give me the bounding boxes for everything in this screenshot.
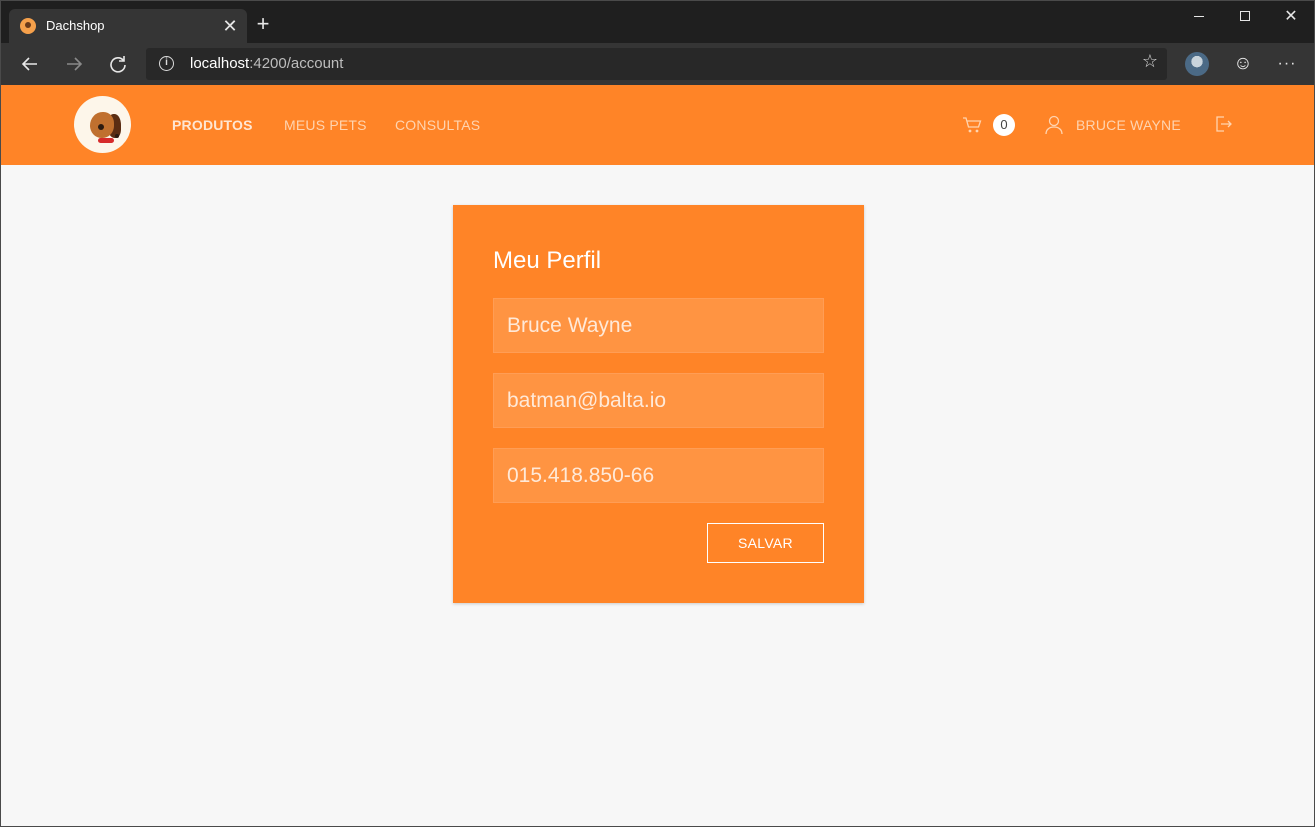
name-field[interactable]	[493, 298, 824, 353]
feedback-smiley-icon[interactable]: ☺	[1228, 49, 1258, 79]
url-path: :4200/account	[249, 55, 344, 72]
app-header: PRODUTOS MEUS PETS CONSULTAS 0 BRUCE WAY…	[1, 85, 1314, 165]
favorite-star-icon[interactable]: ☆	[1142, 51, 1158, 72]
browser-toolbar: i localhost:4200/account ☆ ☺ ···	[1, 43, 1314, 85]
cart-icon[interactable]	[962, 116, 982, 134]
reload-icon[interactable]	[103, 49, 133, 79]
url-host: localhost	[190, 55, 250, 72]
browser-titlebar: Dachshop ✕ + ✕	[1, 1, 1314, 43]
site-info-icon[interactable]: i	[159, 56, 174, 71]
nav-link-meus-pets[interactable]: MEUS PETS	[284, 117, 367, 133]
document-field[interactable]	[493, 448, 824, 503]
profile-title: Meu Perfil	[493, 247, 602, 274]
dachshund-logo-icon[interactable]	[74, 96, 131, 153]
email-field[interactable]	[493, 373, 824, 428]
forward-arrow-icon[interactable]	[59, 49, 89, 79]
new-tab-icon[interactable]: +	[251, 13, 275, 37]
url-text: localhost:4200/account	[190, 55, 343, 72]
tab-close-icon[interactable]: ✕	[219, 15, 241, 37]
maximize-icon	[1240, 11, 1250, 21]
logout-icon[interactable]	[1214, 115, 1232, 133]
nav-link-produtos[interactable]: PRODUTOS	[172, 117, 253, 133]
window-close-button[interactable]: ✕	[1268, 5, 1314, 29]
minimize-button[interactable]	[1176, 5, 1222, 29]
profile-card: Meu Perfil SALVAR	[453, 205, 864, 603]
minimize-icon	[1194, 16, 1204, 17]
maximize-button[interactable]	[1222, 5, 1268, 29]
user-icon[interactable]	[1045, 115, 1063, 135]
dog-favicon-icon	[20, 18, 36, 34]
nav-link-consultas[interactable]: CONSULTAS	[395, 117, 480, 133]
more-menu-icon[interactable]: ···	[1272, 49, 1302, 79]
save-button[interactable]: SALVAR	[707, 523, 824, 563]
tab-title: Dachshop	[46, 18, 105, 33]
browser-tab[interactable]: Dachshop ✕	[9, 9, 247, 43]
profile-avatar[interactable]	[1185, 52, 1209, 76]
cart-count-badge[interactable]: 0	[993, 114, 1015, 136]
address-bar[interactable]: i localhost:4200/account ☆	[146, 48, 1167, 80]
user-name-link[interactable]: BRUCE WAYNE	[1076, 117, 1181, 133]
back-arrow-icon[interactable]	[15, 49, 45, 79]
